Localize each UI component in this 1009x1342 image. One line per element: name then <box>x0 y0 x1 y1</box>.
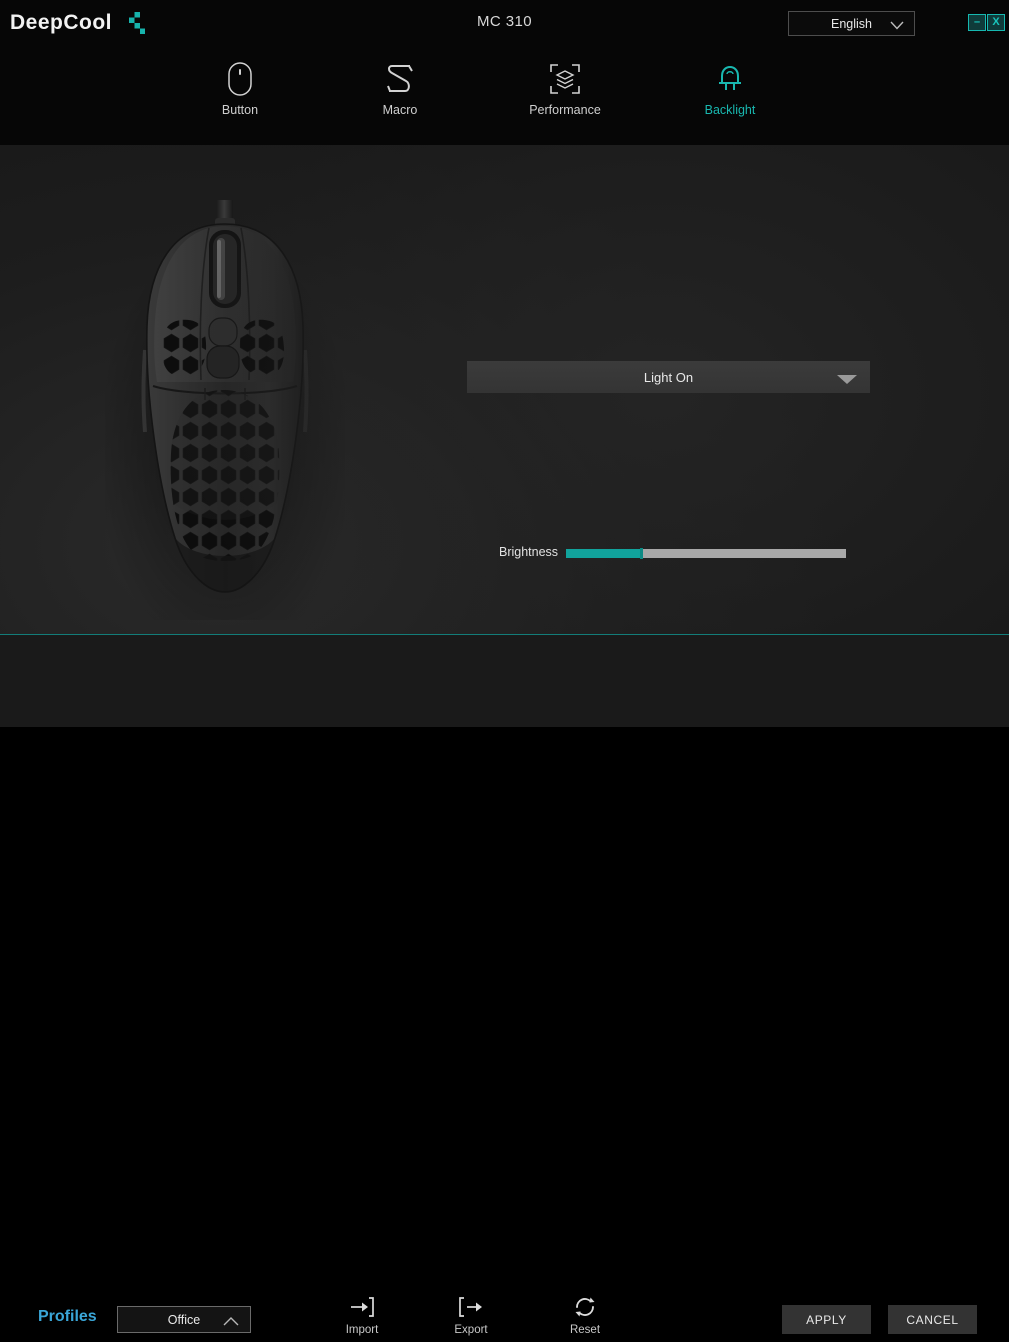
device-preview-image <box>95 200 355 665</box>
import-button[interactable]: Import <box>322 1294 402 1342</box>
language-value: English <box>831 16 872 31</box>
lighting-mode-select[interactable]: Light On <box>467 361 870 393</box>
macro-s-icon <box>384 58 416 100</box>
profiles-label: Profiles <box>38 1308 97 1325</box>
brightness-control: Brightness <box>499 544 849 564</box>
profile-select[interactable]: Office <box>117 1306 251 1333</box>
chevron-down-icon <box>889 18 905 36</box>
brightness-label: Brightness <box>499 545 559 559</box>
export-button[interactable]: Export <box>431 1294 511 1342</box>
import-arrow-icon <box>349 1294 375 1320</box>
tab-performance[interactable]: Performance <box>505 58 625 132</box>
export-arrow-icon <box>458 1294 484 1320</box>
brightness-slider[interactable] <box>566 548 846 559</box>
tool-label: Export <box>454 1324 488 1336</box>
tab-label: Performance <box>529 103 601 117</box>
tool-label: Import <box>345 1324 379 1336</box>
tab-macro[interactable]: Macro <box>340 58 460 132</box>
profile-value: Office <box>167 1312 201 1327</box>
caret-down-icon <box>836 372 858 390</box>
layers-frame-icon <box>549 58 581 100</box>
tab-backlight[interactable]: Backlight <box>670 58 790 132</box>
refresh-circle-icon <box>573 1294 597 1320</box>
tab-label: Button <box>221 103 259 117</box>
tab-label: Macro <box>382 103 418 117</box>
tab-label: Backlight <box>704 103 756 117</box>
content-area: Light On Brightness <box>0 145 1009 665</box>
tab-button[interactable]: Button <box>180 58 300 132</box>
lighting-mode-value: Light On <box>643 369 694 385</box>
reset-button[interactable]: Reset <box>545 1294 625 1342</box>
main-navigation: Button Macro Performance Backlight <box>0 46 1009 145</box>
minimize-button[interactable]: – <box>968 14 986 31</box>
led-bulb-icon <box>715 58 745 100</box>
deepcool-mouse-configurator: DeepCool MC 310 English – X Button Macro… <box>0 0 1009 1336</box>
bottom-bar: Profiles Office Import Export Reset APPL… <box>0 635 1009 1336</box>
title-bar: DeepCool MC 310 English – X <box>0 0 1009 46</box>
close-button[interactable]: X <box>987 14 1005 31</box>
mouse-icon <box>227 58 253 100</box>
apply-button[interactable]: APPLY <box>782 1305 871 1334</box>
brightness-slider-knob[interactable] <box>639 548 643 559</box>
language-select[interactable]: English <box>788 11 915 36</box>
chevron-up-icon <box>222 1314 240 1332</box>
brightness-slider-fill <box>566 549 642 558</box>
cancel-button[interactable]: CANCEL <box>888 1305 977 1334</box>
tool-label: Reset <box>569 1324 601 1336</box>
